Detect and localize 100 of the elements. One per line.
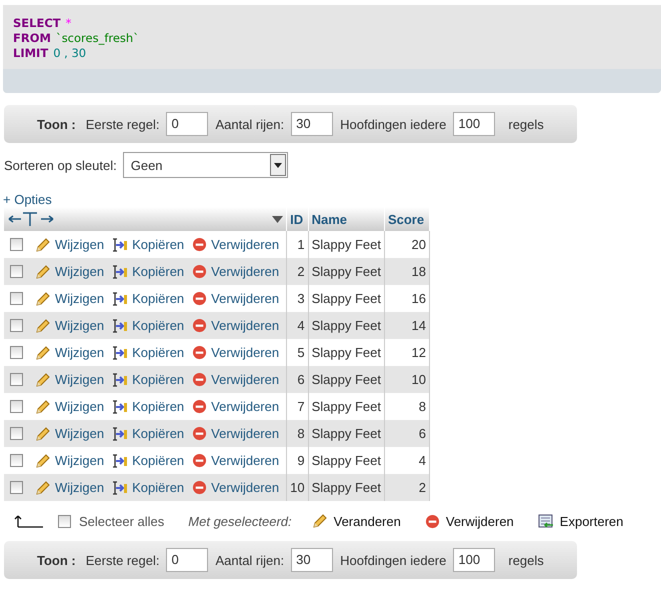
- change-button[interactable]: Veranderen: [312, 513, 401, 529]
- pencil-icon: [35, 452, 51, 468]
- sql-token: `scores_fresh`: [56, 31, 139, 45]
- headers-every-field[interactable]: 100: [453, 112, 496, 136]
- table-cell: Slappy Feet: [308, 420, 384, 447]
- dropdown-triangle-icon[interactable]: [272, 216, 284, 222]
- edit-link[interactable]: Wijzigen: [55, 237, 104, 252]
- row-checkbox[interactable]: [10, 400, 23, 413]
- table-cell: 6: [384, 420, 430, 447]
- copy-link[interactable]: Kopiëren: [132, 291, 184, 306]
- copy-icon: [112, 290, 128, 306]
- column-header[interactable]: ID: [286, 207, 308, 231]
- headers-every-label: Hoofdingen iedere: [340, 552, 446, 568]
- copy-icon: [112, 318, 128, 334]
- row-checkbox[interactable]: [10, 481, 23, 494]
- copy-link[interactable]: Kopiëren: [132, 372, 184, 387]
- copy-icon: [112, 236, 128, 252]
- table-cell: 8: [286, 420, 308, 447]
- sort-label: Sorteren op sleutel:: [4, 158, 117, 172]
- copy-link[interactable]: Kopiëren: [132, 318, 184, 333]
- delete-link[interactable]: Verwijderen: [211, 453, 280, 468]
- delete-link[interactable]: Verwijderen: [211, 237, 280, 252]
- row-checkbox[interactable]: [10, 319, 23, 332]
- delete-link[interactable]: Verwijderen: [211, 318, 280, 333]
- select-all-checkbox[interactable]: [58, 514, 71, 528]
- copy-link[interactable]: Kopiëren: [132, 264, 184, 279]
- row-checkbox[interactable]: [10, 427, 23, 440]
- row-checkbox[interactable]: [10, 265, 23, 278]
- delete-link[interactable]: Verwijderen: [211, 345, 280, 360]
- resize-arrows-icon[interactable]: [7, 211, 55, 227]
- delete-icon: [192, 480, 208, 495]
- delete-link[interactable]: Verwijderen: [211, 264, 280, 279]
- pencil-icon: [35, 264, 51, 280]
- table-cell: 2: [286, 258, 308, 285]
- select-all-label[interactable]: Selecteer alles: [79, 514, 164, 528]
- delete-link[interactable]: Verwijderen: [211, 291, 280, 306]
- table-cell: Slappy Feet: [308, 474, 384, 501]
- delete-icon: [192, 372, 208, 387]
- copy-icon: [112, 372, 128, 388]
- copy-link[interactable]: Kopiëren: [132, 426, 184, 441]
- copy-link[interactable]: Kopiëren: [132, 345, 184, 360]
- row-checkbox[interactable]: [10, 373, 23, 386]
- rows-suffix-label: regels: [508, 116, 544, 132]
- row-checkbox[interactable]: [10, 292, 23, 305]
- options-link[interactable]: + Opties: [3, 192, 52, 207]
- row-checkbox[interactable]: [10, 238, 23, 251]
- table-cell: 10: [286, 474, 308, 501]
- headers-every-field[interactable]: 100: [453, 548, 496, 572]
- first-row-field[interactable]: 0: [166, 548, 208, 572]
- delete-link[interactable]: Verwijderen: [211, 480, 280, 495]
- pencil-icon: [35, 344, 51, 360]
- row-checkbox[interactable]: [10, 346, 23, 359]
- column-header[interactable]: Score: [384, 207, 430, 231]
- show-label: Toon :: [37, 552, 76, 568]
- sort-dropdown[interactable]: Geen: [122, 152, 288, 178]
- edit-link[interactable]: Wijzigen: [55, 318, 104, 333]
- delete-link[interactable]: Verwijderen: [211, 426, 280, 441]
- delete-link[interactable]: Verwijderen: [211, 399, 280, 414]
- edit-link[interactable]: Wijzigen: [55, 453, 104, 468]
- table-cell: 10: [384, 366, 430, 393]
- pencil-icon: [35, 372, 51, 388]
- headers-every-label: Hoofdingen iedere: [340, 116, 446, 132]
- copy-icon: [112, 480, 128, 496]
- pencil-icon: [35, 318, 51, 334]
- row-count-field[interactable]: 30: [291, 548, 334, 572]
- delete-icon: [192, 318, 208, 333]
- edit-link[interactable]: Wijzigen: [55, 264, 104, 279]
- pencil-icon: [35, 398, 51, 414]
- show-label: Toon :: [37, 116, 76, 132]
- delete-link[interactable]: Verwijderen: [211, 372, 280, 387]
- row-checkbox[interactable]: [10, 454, 23, 467]
- edit-link[interactable]: Wijzigen: [55, 480, 104, 495]
- edit-link[interactable]: Wijzigen: [55, 291, 104, 306]
- edit-link[interactable]: Wijzigen: [55, 345, 104, 360]
- pencil-icon: [35, 236, 51, 252]
- row-count-field[interactable]: 30: [291, 112, 334, 136]
- copy-link[interactable]: Kopiëren: [132, 399, 184, 414]
- copy-link[interactable]: Kopiëren: [132, 453, 184, 468]
- delete-icon: [192, 345, 208, 360]
- delete-icon: [192, 291, 208, 306]
- table-cell: Slappy Feet: [308, 366, 384, 393]
- first-row-field[interactable]: 0: [166, 112, 208, 136]
- copy-link[interactable]: Kopiëren: [132, 237, 184, 252]
- table-cell: Slappy Feet: [308, 258, 384, 285]
- copy-icon: [112, 264, 128, 280]
- delete-icon: [192, 453, 208, 468]
- delete-button[interactable]: Verwijderen: [424, 514, 514, 528]
- table-cell: 18: [384, 258, 430, 285]
- delete-icon: [192, 237, 208, 252]
- edit-link[interactable]: Wijzigen: [55, 399, 104, 414]
- row-count-label: Aantal rijen:: [215, 552, 284, 568]
- edit-link[interactable]: Wijzigen: [55, 426, 104, 441]
- sql-token: *: [66, 16, 72, 30]
- pencil-icon: [35, 480, 51, 496]
- column-header[interactable]: Name: [308, 207, 384, 231]
- select-arrow-icon: [14, 514, 44, 528]
- copy-link[interactable]: Kopiëren: [132, 480, 184, 495]
- copy-icon: [112, 452, 128, 468]
- edit-link[interactable]: Wijzigen: [55, 372, 104, 387]
- export-button[interactable]: Exporteren: [538, 513, 624, 529]
